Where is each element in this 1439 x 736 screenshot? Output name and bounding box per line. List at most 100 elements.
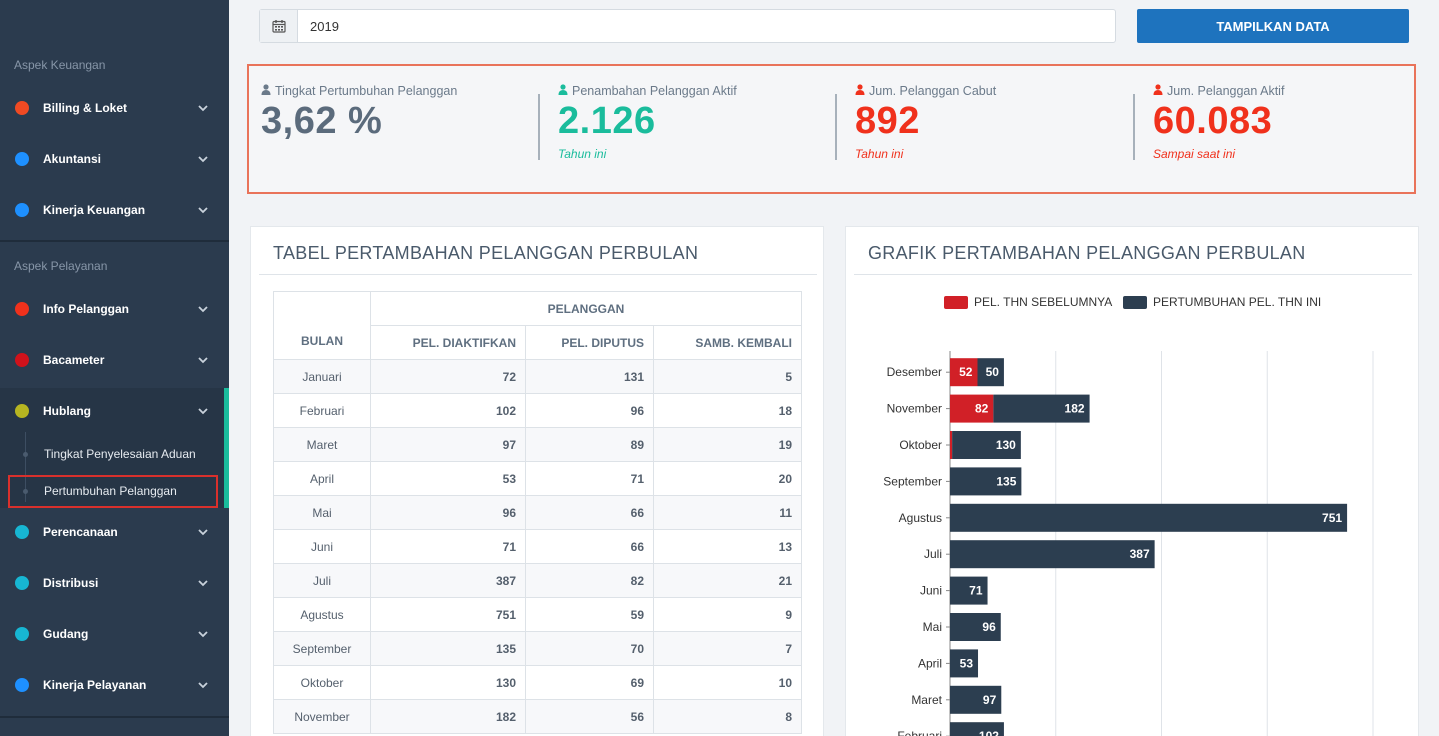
stat-title: Tingkat Pertumbuhan Pelanggan <box>275 84 458 98</box>
cell-month: Maret <box>273 427 371 462</box>
year-input[interactable] <box>298 10 1115 42</box>
status-dot-icon <box>15 152 29 166</box>
table-row: Juni 71 66 13 <box>273 529 802 564</box>
chevron-down-icon[interactable] <box>195 151 211 167</box>
sidebar-item-gudang[interactable]: Gudang <box>0 614 229 654</box>
cell-month: September <box>273 631 371 666</box>
bar-chart: Desember 52 50 November 82 182 Oktober 130 Septe… <box>883 351 1374 736</box>
chevron-down-icon[interactable] <box>195 626 211 642</box>
cell-value: 130 <box>370 665 526 700</box>
table-row: Agustus 751 59 9 <box>273 597 802 632</box>
status-dot-icon <box>15 353 29 367</box>
cell-value: 102 <box>370 393 526 428</box>
table-row: April 53 71 20 <box>273 461 802 496</box>
stat-title: Jum. Pelanggan Aktif <box>1167 84 1285 98</box>
stat-subtitle: Tahun ini <box>558 147 607 161</box>
cell-value: 66 <box>525 495 654 530</box>
chevron-down-icon[interactable] <box>195 352 211 368</box>
sidebar-item-info-pelanggan[interactable]: Info Pelanggan <box>0 289 229 329</box>
category-label: Maret <box>911 693 942 707</box>
sidebar-item-label: Info Pelanggan <box>43 302 130 316</box>
sidebar-subitem-tingkat-penyelesaian-aduan[interactable]: Tingkat Penyelesaian Aduan <box>0 440 224 468</box>
table-row: Oktober 130 69 10 <box>273 665 802 700</box>
cell-value: 56 <box>525 699 654 734</box>
data-label-curr: 53 <box>960 656 974 670</box>
user-icon <box>261 84 271 98</box>
data-label-curr: 102 <box>979 729 999 736</box>
stat-growth-rate: Tingkat Pertumbuhan Pelanggan 3,62 % <box>261 84 457 143</box>
sidebar-item-bacameter[interactable]: Bacameter <box>0 340 229 380</box>
cell-value: 89 <box>525 427 654 462</box>
category-label: Mai <box>923 620 942 634</box>
cell-value: 96 <box>370 495 526 530</box>
stat-subtitle: Sampai saat ini <box>1153 147 1236 161</box>
chevron-down-icon[interactable] <box>195 301 211 317</box>
sidebar-item-label: Kinerja Pelayanan <box>43 678 147 692</box>
sidebar-item-billing-loket[interactable]: Billing & Loket <box>0 88 229 128</box>
category-label: Juli <box>924 547 942 561</box>
stat-divider <box>835 94 837 160</box>
data-label-prev: 82 <box>975 402 989 416</box>
sidebar-item-hublang[interactable]: Hublang <box>0 391 229 431</box>
data-label-curr: 751 <box>1322 511 1342 525</box>
section-title-pelayanan: Aspek Pelayanan <box>14 259 108 273</box>
table-row: September 135 70 7 <box>273 631 802 666</box>
data-label-curr: 96 <box>982 620 996 634</box>
cell-month: Januari <box>273 359 371 394</box>
sidebar-item-label: Billing & Loket <box>43 101 127 115</box>
calendar-icon[interactable] <box>260 10 298 42</box>
cell-month: Juni <box>273 529 371 564</box>
user-icon <box>558 84 568 98</box>
data-label-curr: 50 <box>986 365 1000 379</box>
stat-divider <box>1133 94 1135 160</box>
stat-disconnected: Jum. Pelanggan Cabut 892 Tahun ini <box>855 84 996 161</box>
sidebar-item-kinerja-keuangan[interactable]: Kinerja Keuangan <box>0 190 229 230</box>
stat-value: 2.126 <box>558 100 656 142</box>
category-label: November <box>887 402 942 416</box>
chevron-down-icon[interactable] <box>195 403 211 419</box>
status-dot-icon <box>15 203 29 217</box>
data-label-curr: 387 <box>1130 547 1150 561</box>
table-panel: TABEL PERTAMBAHAN PELANGGAN PERBULAN BUL… <box>250 226 824 736</box>
category-label: Februari <box>897 729 942 736</box>
cell-value: 13 <box>653 529 802 564</box>
stat-title: Penambahan Pelanggan Aktif <box>572 84 737 98</box>
cell-value: 5 <box>653 359 802 394</box>
stat-subtitle: Tahun ini <box>855 147 904 161</box>
status-dot-icon <box>15 627 29 641</box>
sidebar-item-kinerja-pelayanan[interactable]: Kinerja Pelayanan <box>0 665 229 705</box>
chevron-down-icon[interactable] <box>195 677 211 693</box>
chevron-down-icon[interactable] <box>195 100 211 116</box>
sidebar-divider <box>0 240 229 242</box>
stat-value: 892 <box>855 100 920 142</box>
cell-value: 8 <box>653 699 802 734</box>
cell-value: 53 <box>370 461 526 496</box>
column-header-samb-kembali: SAMB. KEMBALI <box>653 325 802 360</box>
cell-value: 66 <box>525 529 654 564</box>
chart-panel: GRAFIK PERTAMBAHAN PELANGGAN PERBULAN PE… <box>845 226 1419 736</box>
bullet-icon <box>23 451 28 457</box>
category-label: Desember <box>887 365 942 379</box>
sidebar-item-label: Gudang <box>43 627 89 641</box>
data-label-curr: 135 <box>996 474 1016 488</box>
data-label-curr: 71 <box>969 584 983 598</box>
chevron-down-icon[interactable] <box>195 202 211 218</box>
category-label: April <box>918 656 942 670</box>
sidebar-subitem-label: Tingkat Penyelesaian Aduan <box>44 447 196 461</box>
sidebar-item-perencanaan[interactable]: Perencanaan <box>0 512 229 552</box>
cell-value: 9 <box>653 597 802 632</box>
year-picker[interactable] <box>259 9 1116 43</box>
user-icon <box>1153 84 1163 98</box>
show-data-button[interactable]: TAMPILKAN DATA <box>1137 9 1409 43</box>
cell-value: 72 <box>370 359 526 394</box>
active-subitem-highlight <box>8 475 218 508</box>
status-dot-icon <box>15 576 29 590</box>
user-icon <box>855 84 865 98</box>
column-header-diputus: PEL. DIPUTUS <box>525 325 654 360</box>
sidebar-item-distribusi[interactable]: Distribusi <box>0 563 229 603</box>
chevron-down-icon[interactable] <box>195 524 211 540</box>
table-row: Maret 97 89 19 <box>273 427 802 462</box>
chevron-down-icon[interactable] <box>195 575 211 591</box>
sidebar-item-akuntansi[interactable]: Akuntansi <box>0 139 229 179</box>
sidebar-item-label: Hublang <box>43 404 91 418</box>
